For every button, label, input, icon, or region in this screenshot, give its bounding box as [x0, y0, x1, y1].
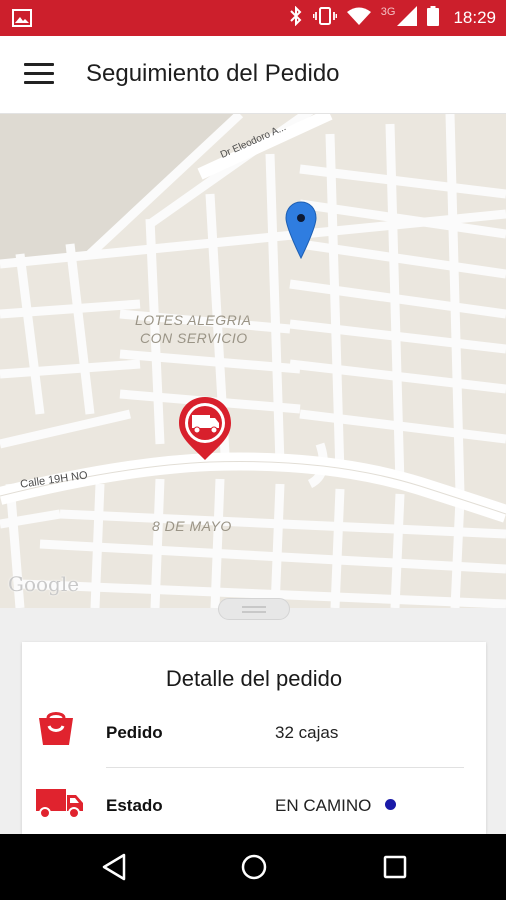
status-bar: 3G 18:29 [0, 0, 506, 36]
wifi-icon [346, 7, 371, 30]
area-label: CON SERVICIO [140, 330, 248, 346]
status-text: EN CAMINO [275, 796, 372, 815]
row-value: 32 cajas [275, 723, 339, 742]
recents-icon[interactable] [381, 852, 409, 887]
card-title: Detalle del pedido [165, 666, 343, 691]
row-value: EN CAMINO [275, 796, 397, 816]
vibrate-icon [312, 6, 338, 31]
image-notification-icon [12, 9, 32, 32]
row-label: Pedido [106, 723, 163, 742]
back-icon[interactable] [100, 852, 128, 887]
system-nav-bar [0, 834, 506, 900]
divider [106, 767, 464, 768]
area-label: LOTES ALEGRIA [135, 312, 252, 328]
google-attribution: Google [8, 572, 80, 596]
drag-handle[interactable] [218, 598, 290, 620]
order-detail-card: Detalle del pedido Pedido 32 cajas Estad… [22, 642, 486, 834]
row-label: Estado [106, 796, 163, 815]
home-icon[interactable] [240, 852, 268, 887]
area-label: 8 DE MAYO [152, 518, 232, 534]
shopping-bag-icon [36, 708, 76, 753]
map-view[interactable]: LOTES ALEGRIA CON SERVICIO 8 DE MAYO Cal… [0, 114, 506, 608]
battery-icon [427, 5, 440, 31]
page-title: Seguimiento del Pedido [86, 60, 340, 87]
status-indicator [385, 799, 397, 810]
truck-icon [36, 781, 86, 826]
detail-row-pedido: Pedido 32 cajas [22, 702, 486, 762]
signal-icon [397, 5, 418, 31]
clock: 18:29 [453, 8, 496, 27]
detail-row-estado: Estado EN CAMINO [22, 775, 486, 835]
network-type: 3G [380, 6, 396, 18]
app-bar: Seguimiento del Pedido [0, 36, 506, 114]
bluetooth-icon [289, 5, 303, 31]
hamburger-menu-icon[interactable] [24, 63, 54, 85]
